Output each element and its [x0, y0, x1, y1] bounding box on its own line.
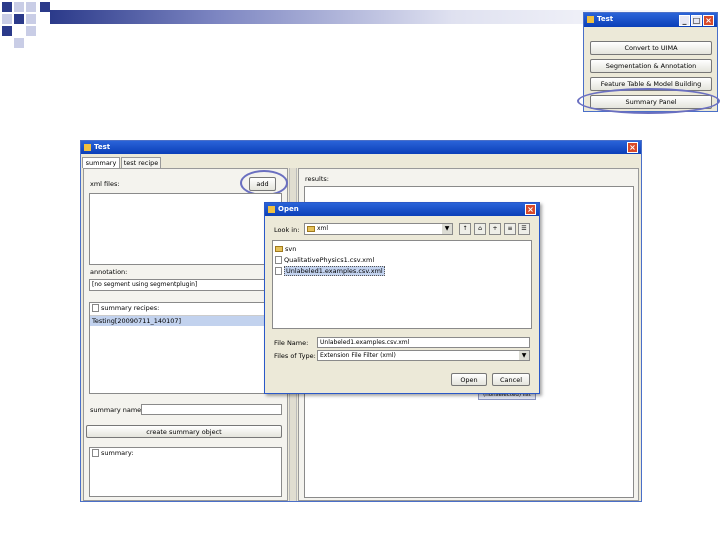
- look-in-label: Look in:: [274, 226, 300, 234]
- app-icon: [268, 206, 275, 213]
- maximize-icon[interactable]: □: [691, 15, 702, 26]
- main-window-titlebar[interactable]: Test ×: [81, 141, 641, 154]
- minimize-icon[interactable]: _: [679, 15, 690, 26]
- files-of-type-value: Extension File Filter (xml): [320, 352, 396, 359]
- summary-recipes-list[interactable]: summary recipes: Testing[20090711_140107…: [89, 302, 282, 394]
- chevron-down-icon[interactable]: ▼: [519, 351, 529, 360]
- open-dialog-title: Open: [278, 205, 299, 213]
- tab-test-recipe[interactable]: test recipe: [121, 157, 161, 168]
- file-name-text: QualitativePhysics1.csv.xml: [284, 256, 375, 264]
- close-icon[interactable]: ×: [627, 142, 638, 153]
- home-icon[interactable]: ⌂: [474, 223, 486, 235]
- segmentation-annotation-button[interactable]: Segmentation & Annotation: [590, 59, 712, 73]
- small-window-title: Test: [597, 15, 614, 23]
- close-icon[interactable]: ×: [703, 15, 714, 26]
- files-of-type-label: Files of Type:: [274, 352, 316, 360]
- up-folder-icon[interactable]: ↑: [459, 223, 471, 235]
- convert-to-uima-button[interactable]: Convert to UIMA: [590, 41, 712, 55]
- look-in-select[interactable]: xml ▼: [304, 223, 453, 235]
- annotation-select[interactable]: [no segment using segmentplugin]: [89, 279, 282, 291]
- recipe-icon: [92, 304, 99, 312]
- cancel-button[interactable]: Cancel: [492, 373, 530, 386]
- summary-label: summary:: [101, 449, 134, 457]
- list-view-icon[interactable]: ≡: [504, 223, 516, 235]
- file-list[interactable]: svn QualitativePhysics1.csv.xml Unlabele…: [272, 240, 532, 329]
- app-icon: [84, 144, 91, 151]
- summary-name-label: summary name:: [90, 406, 144, 414]
- recipe-item[interactable]: Testing[20090711_140107]: [90, 316, 281, 326]
- summary-recipes-label: summary recipes:: [101, 304, 160, 312]
- file-name-label: File Name:: [274, 339, 309, 347]
- look-in-value: xml: [317, 225, 329, 232]
- folder-icon: [275, 246, 283, 252]
- close-icon[interactable]: ×: [525, 204, 536, 215]
- list-item[interactable]: svn: [275, 244, 529, 255]
- file-name-text: Unlabeled1.examples.csv.xml: [284, 266, 385, 276]
- chevron-down-icon[interactable]: ▼: [442, 224, 452, 234]
- summary-panel-highlight: [577, 88, 720, 114]
- file-name-input[interactable]: Unlabeled1.examples.csv.xml: [317, 337, 530, 348]
- summary-list[interactable]: summary:: [89, 447, 282, 497]
- open-button[interactable]: Open: [451, 373, 487, 386]
- list-item[interactable]: QualitativePhysics1.csv.xml: [275, 255, 529, 266]
- summary-icon: [92, 449, 99, 457]
- list-item[interactable]: Unlabeled1.examples.csv.xml: [275, 266, 529, 277]
- app-icon: [587, 16, 594, 23]
- annotation-label: annotation:: [90, 268, 128, 276]
- main-window-title: Test: [94, 143, 111, 151]
- small-window-titlebar[interactable]: Test _ □ ×: [584, 13, 717, 27]
- file-icon: [275, 256, 282, 264]
- create-summary-object-button[interactable]: create summary object: [86, 425, 282, 438]
- open-dialog-titlebar[interactable]: Open ×: [265, 203, 539, 216]
- file-icon: [275, 267, 282, 275]
- folder-icon: [307, 225, 315, 232]
- summary-name-input[interactable]: [141, 404, 282, 415]
- xml-files-label: xml files:: [90, 180, 120, 188]
- files-of-type-select[interactable]: Extension File Filter (xml) ▼: [317, 350, 530, 361]
- xml-files-list[interactable]: [89, 193, 282, 265]
- results-label: results:: [305, 175, 329, 183]
- new-folder-icon[interactable]: +: [489, 223, 501, 235]
- file-name-text: svn: [285, 245, 297, 253]
- details-view-icon[interactable]: ☰: [518, 223, 530, 235]
- tab-summary[interactable]: summary: [82, 157, 120, 168]
